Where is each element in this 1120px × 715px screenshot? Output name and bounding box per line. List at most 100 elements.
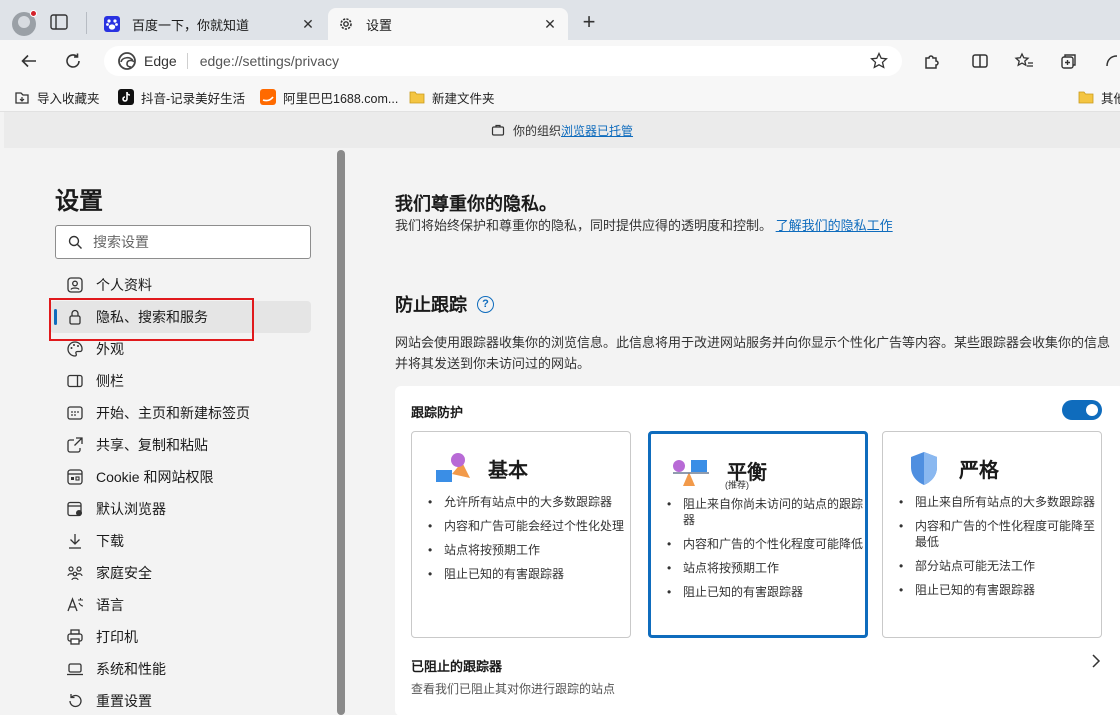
sidebar-item-printers[interactable]: 打印机 bbox=[50, 621, 311, 653]
option-header: 基本 bbox=[432, 448, 528, 488]
sidebar-item-reset[interactable]: 重置设置 bbox=[50, 685, 311, 715]
address-bar[interactable]: Edge edge://settings/privacy bbox=[104, 46, 902, 76]
favorites-bar: 导入收藏夹 抖音-记录美好生活 阿里巴巴1688.com... 新建文件夹 其他 bbox=[0, 82, 1120, 112]
sidebar-item-profile[interactable]: 个人资料 bbox=[50, 269, 311, 301]
alibaba-icon bbox=[260, 89, 276, 105]
language-icon bbox=[66, 596, 84, 614]
sidebar-item-label: 侧栏 bbox=[96, 373, 124, 389]
privacy-heading: 我们尊重你的隐私。 bbox=[395, 194, 557, 214]
sidebar-item-default-browser[interactable]: 默认浏览器 bbox=[50, 493, 311, 525]
tab-title: 设置 bbox=[366, 17, 393, 33]
sidebar-item-label: 下载 bbox=[96, 533, 124, 549]
star-favorite-icon[interactable] bbox=[870, 52, 888, 70]
bullet-item: 阻止来自所有站点的大多数跟踪器 bbox=[897, 494, 1097, 510]
refresh-button[interactable] bbox=[61, 49, 85, 73]
blocked-trackers-title[interactable]: 已阻止的跟踪器 bbox=[411, 656, 502, 675]
chevron-right-icon[interactable] bbox=[1089, 652, 1103, 670]
bullet-item: 允许所有站点中的大多数跟踪器 bbox=[426, 494, 626, 510]
notification-dot-icon bbox=[30, 10, 37, 17]
option-balanced[interactable]: 平衡 (推荐) 阻止来自你尚未访问的站点的跟踪器 内容和广告的个性化程度可能降低… bbox=[648, 431, 868, 638]
reset-icon bbox=[66, 692, 84, 710]
basic-shapes-icon bbox=[436, 453, 470, 482]
tab-separator bbox=[86, 12, 87, 34]
tracking-prevention-toggle[interactable] bbox=[1062, 400, 1102, 420]
browser-icon bbox=[66, 500, 84, 518]
more-button[interactable] bbox=[1100, 49, 1120, 73]
toolbar: Edge edge://settings/privacy bbox=[0, 40, 1120, 82]
shield-icon bbox=[911, 452, 937, 485]
sidebar-item-sidebar[interactable]: 侧栏 bbox=[50, 365, 311, 397]
bullet-item: 内容和广告的个性化程度可能降至最低 bbox=[897, 518, 1097, 550]
collections-icon bbox=[1061, 54, 1076, 69]
help-question-icon[interactable]: ? bbox=[477, 295, 494, 313]
share-icon bbox=[66, 436, 84, 454]
tracking-description: 网站会使用跟踪器收集你的浏览信息。此信息将用于改进网站服务并向你显示个性化广告等… bbox=[395, 335, 1111, 371]
refresh-icon bbox=[66, 53, 80, 68]
privacy-learn-more-link[interactable]: 了解我们的隐私工作 bbox=[776, 218, 893, 233]
close-tab-icon[interactable]: ✕ bbox=[300, 16, 316, 32]
favorite-new-folder[interactable]: 新建文件夹 bbox=[409, 87, 495, 107]
sidebar-item-label: 个人资料 bbox=[96, 277, 152, 293]
laptop-icon bbox=[66, 660, 84, 678]
sidebar-scrollbar[interactable] bbox=[337, 150, 345, 715]
split-screen-button[interactable] bbox=[968, 49, 992, 73]
favorite-other[interactable]: 其他 bbox=[1078, 87, 1120, 107]
close-tab-icon[interactable]: ✕ bbox=[542, 16, 558, 32]
briefcase-icon bbox=[491, 124, 505, 136]
favorite-douyin[interactable]: 抖音-记录美好生活 bbox=[118, 87, 245, 107]
url-text[interactable]: edge://settings/privacy bbox=[200, 53, 339, 69]
collections-button[interactable] bbox=[1057, 49, 1081, 73]
tab-actions-icon[interactable] bbox=[50, 14, 68, 30]
sidebar-item-privacy[interactable]: 隐私、搜索和服务 bbox=[50, 301, 311, 333]
option-strict[interactable]: 严格 阻止来自所有站点的大多数跟踪器 内容和广告的个性化程度可能降至最低 部分站… bbox=[882, 431, 1102, 638]
tab-settings[interactable]: 设置 ✕ bbox=[328, 8, 568, 40]
family-icon bbox=[66, 564, 84, 582]
main-content: 我们尊重你的隐私。 我们将始终保护和尊重你的隐私，同时提供应得的透明度和控制。 … bbox=[345, 148, 1120, 715]
managed-link[interactable]: 浏览器已托管 bbox=[561, 122, 633, 139]
back-button[interactable] bbox=[17, 49, 41, 73]
sidebar-item-cookies[interactable]: Cookie 和网站权限 bbox=[50, 461, 311, 493]
sidebar-item-start-home[interactable]: 开始、主页和新建标签页 bbox=[50, 397, 311, 429]
bullet-item: 内容和广告可能会经过个性化处理 bbox=[426, 518, 626, 534]
search-input[interactable] bbox=[93, 234, 293, 250]
sidebar-item-language[interactable]: 语言 bbox=[50, 589, 311, 621]
page-title: 设置 bbox=[55, 188, 103, 215]
tab-baidu[interactable]: 百度一下，你就知道 ✕ bbox=[94, 8, 326, 40]
extensions-button[interactable] bbox=[920, 49, 944, 73]
split-screen-icon bbox=[972, 54, 988, 68]
folder-icon bbox=[1078, 89, 1094, 105]
favorite-1688[interactable]: 阿里巴巴1688.com... bbox=[260, 87, 398, 107]
cookie-icon bbox=[66, 468, 84, 486]
sidebar-item-label: 开始、主页和新建标签页 bbox=[96, 405, 250, 421]
banner-text: 你的组织 bbox=[512, 123, 561, 138]
option-basic[interactable]: 基本 允许所有站点中的大多数跟踪器 内容和广告可能会经过个性化处理 站点将按预期… bbox=[411, 431, 631, 638]
sidebar-item-label: 默认浏览器 bbox=[96, 501, 166, 517]
option-bullets: 阻止来自所有站点的大多数跟踪器 内容和广告的个性化程度可能降至最低 部分站点可能… bbox=[897, 494, 1097, 606]
sidebar-item-family[interactable]: 家庭安全 bbox=[50, 557, 311, 589]
favorite-import[interactable]: 导入收藏夹 bbox=[14, 87, 100, 107]
folder-icon bbox=[409, 89, 425, 105]
tracking-heading: 防止跟踪 ? bbox=[395, 291, 494, 317]
sidebar-item-system[interactable]: 系统和性能 bbox=[50, 653, 311, 685]
favorite-label: 新建文件夹 bbox=[432, 91, 495, 106]
sidebar-item-label: 共享、复制和粘贴 bbox=[96, 437, 208, 453]
bullet-item: 部分站点可能无法工作 bbox=[897, 558, 1097, 574]
sidebar-item-label: Cookie 和网站权限 bbox=[96, 469, 214, 485]
palette-icon bbox=[66, 340, 84, 358]
settings-sidebar: 设置 个人资料 隐私、搜索和服务 外观 侧栏 开始、主页和新建标签页 共享、复制… bbox=[4, 148, 338, 715]
favorites-button[interactable] bbox=[1012, 49, 1036, 73]
option-name: 严格 bbox=[959, 459, 999, 482]
search-settings[interactable] bbox=[55, 225, 311, 259]
sidebar-item-downloads[interactable]: 下载 bbox=[50, 525, 311, 557]
sidebar-item-appearance[interactable]: 外观 bbox=[50, 333, 311, 365]
new-tab-button[interactable]: + bbox=[578, 11, 600, 34]
sidebar-item-label: 语言 bbox=[96, 597, 124, 613]
sidebar-item-share[interactable]: 共享、复制和粘贴 bbox=[50, 429, 311, 461]
copilot-icon bbox=[1106, 55, 1118, 67]
download-icon bbox=[66, 532, 84, 550]
tiktok-icon bbox=[118, 89, 134, 105]
bullet-item: 内容和广告的个性化程度可能降低 bbox=[665, 536, 865, 552]
sidebar-item-label: 家庭安全 bbox=[96, 565, 152, 581]
printer-icon bbox=[66, 628, 84, 646]
arrow-left-icon bbox=[21, 54, 36, 68]
